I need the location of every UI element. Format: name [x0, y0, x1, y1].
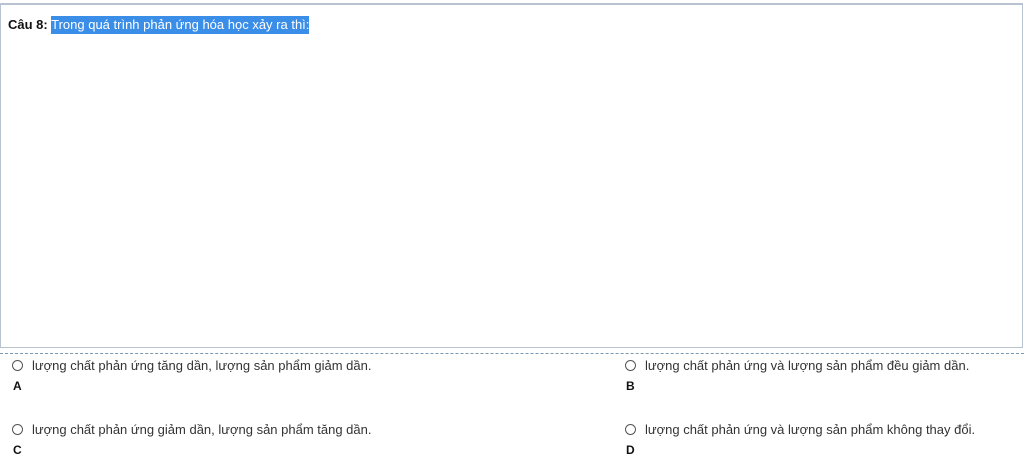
radio-button-a[interactable]: [12, 360, 23, 371]
answer-text-b[interactable]: lượng chất phản ứng và lượng sản phẩm đề…: [645, 358, 969, 373]
options-divider: [0, 353, 1024, 354]
radio-button-d[interactable]: [625, 424, 636, 435]
answer-text-d[interactable]: lượng chất phản ứng và lượng sản phẩm kh…: [645, 422, 975, 437]
radio-button-c[interactable]: [12, 424, 23, 435]
answer-text-c[interactable]: lượng chất phản ứng giảm dần, lượng sản …: [32, 422, 372, 437]
question-text: Trong quá trình phản ứng hóa học xảy ra …: [51, 16, 310, 34]
answer-text-a[interactable]: lượng chất phản ứng tăng dần, lượng sản …: [32, 358, 372, 373]
radio-button-b[interactable]: [625, 360, 636, 371]
answer-option-a[interactable]: lượng chất phản ứng tăng dần, lượng sản …: [12, 358, 412, 402]
answer-option-b[interactable]: lượng chất phản ứng và lượng sản phẩm đề…: [625, 358, 1024, 402]
question-box: Câu 8: Trong quá trình phản ứng hóa học …: [0, 3, 1023, 348]
answer-letter-a: A: [13, 379, 22, 393]
answer-letter-b: B: [626, 379, 635, 393]
question-number: Câu 8:: [8, 17, 48, 32]
answer-option-d[interactable]: lượng chất phản ứng và lượng sản phẩm kh…: [625, 422, 1024, 466]
answer-option-c[interactable]: lượng chất phản ứng giảm dần, lượng sản …: [12, 422, 412, 466]
question-line: Câu 8: Trong quá trình phản ứng hóa học …: [8, 16, 310, 34]
